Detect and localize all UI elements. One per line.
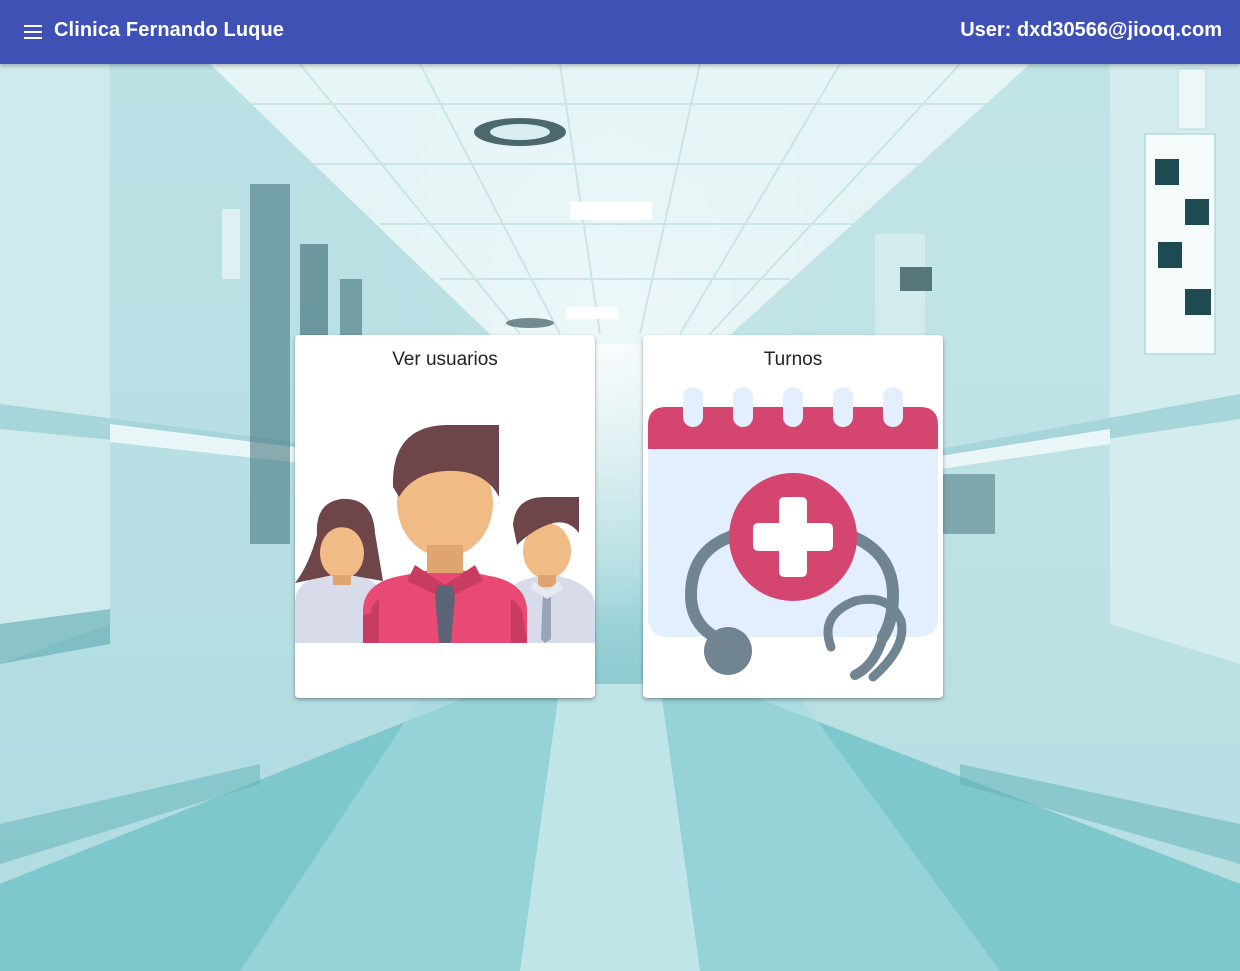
turnos-card[interactable]: Turnos xyxy=(643,335,943,698)
card-title: Ver usuarios xyxy=(392,349,498,370)
corridor-illustration xyxy=(0,64,1240,971)
card-title: Turnos xyxy=(763,349,823,370)
user-email-label: User: dxd30566@jiooq.com xyxy=(960,19,1222,41)
users-group-icon xyxy=(295,425,595,643)
top-app-bar: Clinica Fernando Luque User: dxd30566@ji… xyxy=(0,0,1240,64)
ver-usuarios-card[interactable]: Ver usuarios xyxy=(295,335,595,698)
app-root: Clinica Fernando Luque User: dxd30566@ji… xyxy=(0,0,1240,971)
app-title: Clinica Fernando Luque xyxy=(54,19,284,41)
hospital-corridor-background xyxy=(0,64,1240,971)
menu-icon xyxy=(24,25,42,39)
medical-calendar-icon xyxy=(648,387,938,682)
menu-button[interactable] xyxy=(22,22,44,42)
